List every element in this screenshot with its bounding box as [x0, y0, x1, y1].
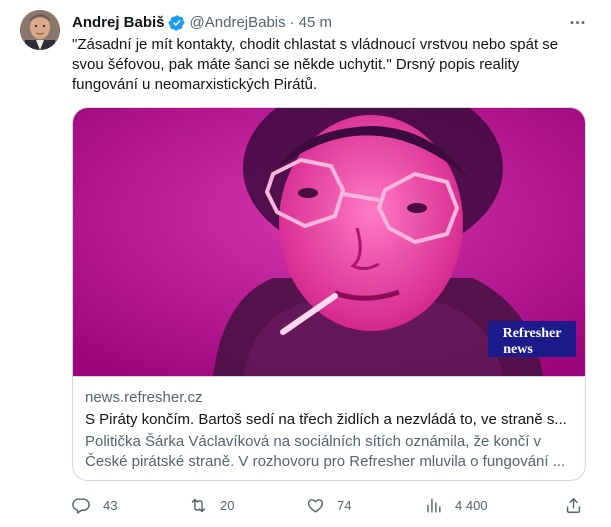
views-button[interactable]: 4 400 — [424, 494, 488, 516]
avatar[interactable] — [20, 10, 60, 50]
more-options-button[interactable] — [566, 12, 588, 32]
author-handle[interactable]: @AndrejBabis — [190, 13, 286, 33]
reply-button[interactable]: 43 — [72, 494, 117, 516]
tweet-text: "Zásadní je mít kontakty, chodit chlasta… — [72, 35, 587, 95]
card-description: Politička Šárka Václavíková na sociálníc… — [85, 432, 573, 472]
avatar-image — [20, 10, 60, 50]
card-photo: Refresher news — [73, 108, 585, 376]
tweet-text-line: "Zásadní je mít kontakty, chodit chlasta… — [72, 36, 559, 53]
views-icon — [427, 497, 441, 513]
separator-dot: · — [289, 14, 295, 31]
card-description-line: České pirátské straně. V rozhovoru pro R… — [85, 453, 566, 470]
logo-line2: news — [503, 342, 533, 357]
more-icon — [570, 20, 584, 24]
reply-icon — [72, 497, 90, 514]
like-button[interactable]: 74 — [306, 494, 351, 516]
card-domain: news.refresher.cz — [85, 389, 203, 406]
link-preview-card[interactable]: Refresher news news.refresher.cz S Pirát… — [72, 107, 586, 481]
tweet[interactable]: Andrej Babiš @AndrejBabis · 45 m "Zásadn… — [0, 0, 611, 527]
timestamp[interactable]: 45 m — [299, 13, 332, 33]
share-icon — [566, 497, 581, 513]
logo-line1: Refresher — [503, 326, 562, 341]
share-button[interactable] — [564, 494, 583, 516]
views-count: 4 400 — [455, 497, 488, 513]
retweet-button[interactable]: 20 — [189, 494, 234, 516]
reply-count: 43 — [103, 497, 118, 513]
verified-badge-icon — [168, 15, 185, 31]
like-icon — [307, 498, 324, 513]
card-image[interactable]: Refresher news — [73, 108, 585, 376]
author-name[interactable]: Andrej Babiš — [72, 13, 165, 33]
retweet-count: 20 — [220, 497, 235, 513]
tweet-text-line: fungování u neomarxistických Pirátů. — [72, 76, 318, 93]
like-count: 74 — [337, 497, 352, 513]
card-description-line: Politička Šárka Václavíková na sociálníc… — [85, 433, 542, 450]
card-meta[interactable]: news.refresher.cz S Piráty končím. Barto… — [73, 376, 585, 480]
action-bar: 43 20 74 4 400 — [72, 494, 587, 516]
tweet-text-line: svou šéfovou, pak máte šanci se někde uc… — [72, 56, 520, 73]
tweet-header: Andrej Babiš @AndrejBabis · 45 m — [72, 13, 332, 33]
card-title: S Piráty končím. Bartoš sedí na třech ži… — [85, 411, 567, 428]
retweet-icon — [191, 498, 206, 512]
